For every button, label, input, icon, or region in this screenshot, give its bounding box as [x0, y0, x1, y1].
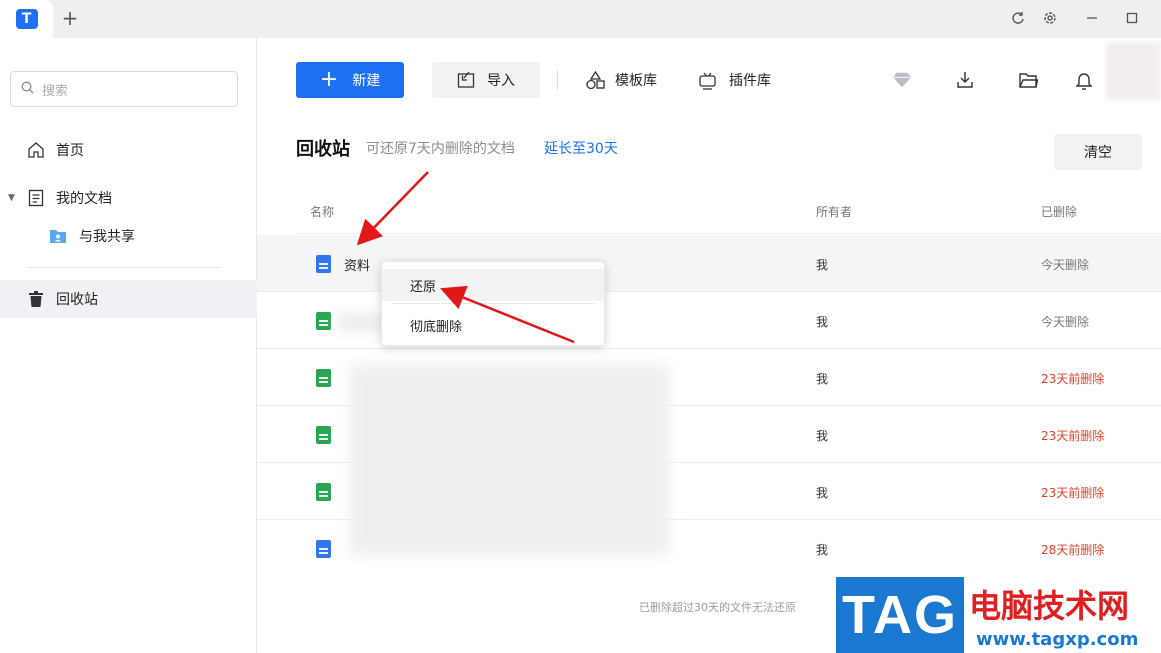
watermark-url: www.tagxp.com — [976, 629, 1139, 650]
avatar[interactable] — [1106, 42, 1161, 100]
sheet-file-icon — [316, 483, 331, 501]
shared-folder-icon — [49, 227, 67, 245]
menu-divider — [392, 303, 594, 304]
clear-button[interactable]: 清空 — [1054, 134, 1142, 170]
delete-forever-menu-item[interactable]: 彻底删除 — [382, 309, 604, 341]
import-icon — [457, 71, 475, 89]
file-owner: 我 — [816, 543, 829, 557]
plugins-button[interactable]: 插件库 — [698, 62, 771, 98]
file-owner: 我 — [816, 315, 829, 329]
templates-icon — [586, 70, 605, 90]
new-button-label: 新建 — [352, 73, 381, 89]
folder-icon[interactable] — [1018, 70, 1038, 90]
column-header-deleted[interactable]: 已删除 — [1041, 203, 1077, 220]
redacted-name — [338, 314, 384, 330]
watermark-tag: TAG — [836, 577, 964, 653]
sidebar-item-label: 与我共享 — [79, 229, 135, 245]
app-logo-icon: T — [15, 9, 38, 29]
diamond-icon[interactable] — [892, 70, 912, 90]
templates-label: 模板库 — [615, 73, 657, 89]
file-deleted-time: 23天前删除 — [1041, 429, 1105, 443]
sidebar-item-my-documents[interactable]: ▼ 我的文档 — [0, 179, 257, 217]
search-input[interactable]: 搜索 — [10, 71, 238, 107]
sidebar-item-shared[interactable]: 与我共享 — [0, 217, 257, 255]
retention-note: 已删除超过30天的文件无法还原 — [639, 601, 796, 614]
page-title: 回收站 — [296, 139, 350, 160]
sidebar-item-label: 我的文档 — [56, 191, 112, 207]
file-deleted-time: 28天前删除 — [1041, 543, 1105, 557]
arrow-to-file — [356, 171, 429, 246]
file-owner: 我 — [816, 429, 829, 443]
home-icon — [27, 141, 45, 159]
sidebar-divider — [28, 267, 220, 268]
file-deleted-time: 23天前删除 — [1041, 486, 1105, 500]
plugins-label: 插件库 — [729, 73, 771, 89]
watermark-title: 电脑技术网 — [969, 587, 1130, 625]
app-tab[interactable]: T — [0, 0, 53, 38]
import-button-label: 导入 — [487, 73, 515, 89]
bell-icon[interactable] — [1074, 70, 1094, 90]
plugins-icon — [698, 71, 717, 90]
file-deleted-time: 23天前删除 — [1041, 372, 1105, 386]
file-owner: 我 — [816, 372, 829, 386]
sidebar-item-label: 首页 — [56, 143, 84, 159]
header-divider — [296, 233, 1161, 234]
context-menu: 还原 彻底删除 — [381, 261, 605, 346]
sheet-file-icon — [316, 369, 331, 387]
extend-link[interactable]: 延长至30天 — [544, 138, 618, 158]
new-button[interactable]: + 新建 — [296, 62, 404, 98]
column-header-name[interactable]: 名称 — [310, 203, 334, 220]
file-owner: 我 — [816, 258, 829, 272]
sidebar-item-trash[interactable]: 回收站 — [0, 280, 257, 318]
title-bar: T + — [0, 0, 1161, 38]
redacted-names — [350, 365, 670, 555]
trash-icon — [27, 290, 45, 308]
plus-icon: + — [319, 67, 339, 92]
download-icon[interactable] — [955, 70, 975, 90]
toolbar-separator — [557, 70, 558, 90]
minimize-icon[interactable] — [1082, 8, 1102, 28]
page-subtitle: 可还原7天内删除的文档 — [366, 141, 515, 157]
file-deleted-time: 今天删除 — [1041, 258, 1090, 272]
doc-file-icon — [316, 540, 331, 558]
templates-button[interactable]: 模板库 — [586, 62, 657, 98]
sheet-file-icon — [316, 312, 331, 330]
sidebar-item-label: 回收站 — [56, 292, 98, 308]
document-icon — [27, 189, 45, 207]
watermark: TAG 电脑技术网 www.tagxp.com — [836, 577, 1161, 653]
refresh-icon[interactable] — [1008, 8, 1028, 28]
maximize-icon[interactable] — [1122, 8, 1142, 28]
file-owner: 我 — [816, 486, 829, 500]
import-button[interactable]: 导入 — [432, 62, 540, 98]
file-name: 资料 — [344, 259, 371, 274]
restore-label: 还原 — [410, 279, 437, 295]
column-header-owner[interactable]: 所有者 — [816, 203, 852, 220]
caret-down-icon[interactable]: ▼ — [8, 193, 15, 203]
new-tab-button[interactable]: + — [60, 6, 80, 30]
search-placeholder: 搜索 — [42, 83, 69, 99]
delete-forever-label: 彻底删除 — [410, 319, 463, 335]
sidebar-item-home[interactable]: 首页 — [0, 131, 257, 169]
search-icon — [21, 81, 34, 98]
sidebar: 搜索 首页 ▼ 我的文档 与我共享 回收站 — [0, 38, 257, 653]
file-deleted-time: 今天删除 — [1041, 315, 1090, 329]
settings-icon[interactable] — [1040, 8, 1060, 28]
restore-menu-item[interactable]: 还原 — [382, 269, 604, 301]
doc-file-icon — [316, 255, 331, 273]
sheet-file-icon — [316, 426, 331, 444]
